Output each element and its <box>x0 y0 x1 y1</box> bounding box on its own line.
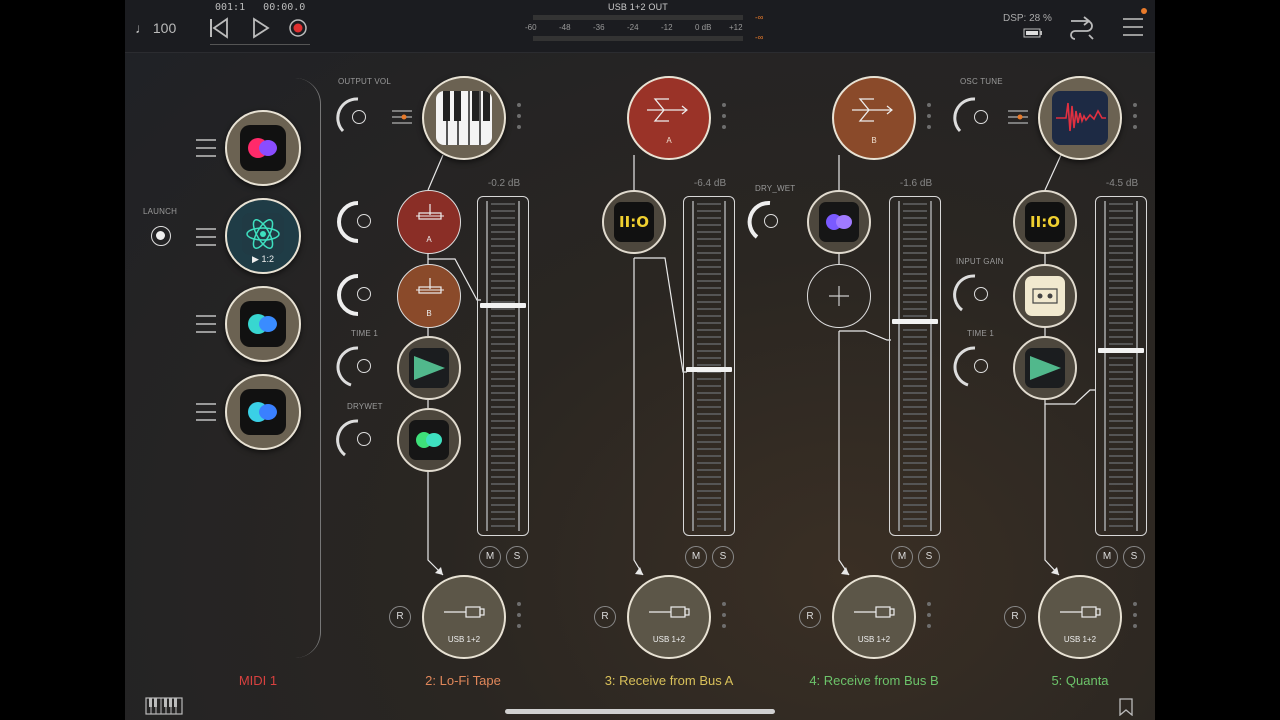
channel-5-db: -4.5 dB <box>1105 178 1139 189</box>
fader-send-icon <box>416 278 444 294</box>
send-a-knob[interactable] <box>333 197 383 247</box>
channel-2-db: -0.2 dB <box>487 178 521 189</box>
bookmark-icon[interactable] <box>1119 698 1133 716</box>
channel-4-record[interactable]: R <box>799 606 821 628</box>
channel-label-quanta[interactable]: 5: Quanta <box>980 673 1155 688</box>
channel-4-db: -1.6 dB <box>899 178 933 189</box>
blob-app-icon <box>819 202 859 242</box>
channel-4-mute[interactable]: M <box>891 546 913 568</box>
waveform-red-icon <box>1052 91 1108 145</box>
effect-plugin-blob-purple[interactable] <box>807 190 871 254</box>
jack-icon <box>1060 606 1101 618</box>
output-more-dots[interactable] <box>722 602 726 635</box>
mixer-app: ♩ 100 001:1 00:00.0 USB 1+2 OUT -60 -48 -3… <box>125 0 1155 720</box>
channel-3-db: -6.4 dB <box>693 178 727 189</box>
plugin-more-dots[interactable] <box>517 103 521 136</box>
effect-plugin-delay[interactable] <box>397 336 461 400</box>
jack-icon <box>649 606 690 618</box>
plugin-more-dots[interactable] <box>927 103 931 136</box>
effect-plugin-ilo[interactable]: II:O <box>602 190 666 254</box>
channel-label-lofi-tape[interactable]: 2: Lo-Fi Tape <box>363 673 563 688</box>
knob-label-output-vol: OUTPUT VOL <box>338 77 391 86</box>
bus-a-receiver[interactable]: A <box>627 76 711 160</box>
bus-b-receiver[interactable]: B <box>832 76 916 160</box>
sum-icon <box>647 98 688 122</box>
channel-4-output[interactable]: USB 1+2 <box>832 575 916 659</box>
plugin-more-dots[interactable] <box>1133 103 1137 136</box>
channel-4-fader[interactable] <box>889 196 941 536</box>
output-vol-knob[interactable] <box>333 93 383 143</box>
channel-2-record[interactable]: R <box>389 606 411 628</box>
waveform-app-icon <box>1025 348 1065 388</box>
osc-tune-knob[interactable] <box>950 93 1000 143</box>
knob-label-dry-wet: DRY_WET <box>755 184 796 193</box>
send-b-bus[interactable]: B <box>397 264 461 328</box>
channel-5-record[interactable]: R <box>1004 606 1026 628</box>
channel-4-solo[interactable]: S <box>918 546 940 568</box>
effect-plugin-ilo[interactable]: II:O <box>1013 190 1077 254</box>
channel-5-fader[interactable] <box>1095 196 1147 536</box>
channel-3-solo[interactable]: S <box>712 546 734 568</box>
channel-label-bus-a[interactable]: 3: Receive from Bus A <box>569 673 769 688</box>
output-more-dots[interactable] <box>1133 602 1137 635</box>
home-indicator <box>505 709 775 714</box>
knob-label-time1-q: TIME 1 <box>967 329 994 338</box>
time1-knob[interactable] <box>333 342 383 392</box>
knob-label-drywet: DRYWET <box>347 402 383 411</box>
ilo-app-icon: II:O <box>1025 202 1065 242</box>
instrument-plugin-quanta[interactable] <box>1038 76 1122 160</box>
sum-icon <box>852 98 893 122</box>
output-more-dots[interactable] <box>927 602 931 635</box>
channel-2-output[interactable]: USB 1+2 <box>422 575 506 659</box>
keyboard-icon[interactable] <box>145 697 183 715</box>
fader-handle[interactable] <box>892 318 938 324</box>
send-a-bus[interactable]: A <box>397 190 461 254</box>
channel-3-mute[interactable]: M <box>685 546 707 568</box>
knob-label-input-gain: INPUT GAIN <box>956 257 1004 266</box>
piano-icon <box>436 91 492 145</box>
mixer-settings-icon[interactable] <box>391 108 413 126</box>
dry-wet-knob[interactable] <box>745 197 795 247</box>
ilo-app-icon: II:O <box>614 202 654 242</box>
time1-knob-quanta[interactable] <box>950 342 1000 392</box>
add-effect-button[interactable] <box>807 264 871 328</box>
jack-icon <box>444 606 485 618</box>
cassette-icon <box>1025 276 1065 316</box>
plugin-more-dots[interactable] <box>722 103 726 136</box>
fader-handle[interactable] <box>1098 347 1144 353</box>
channel-label-midi-1[interactable]: MIDI 1 <box>158 673 358 688</box>
effect-plugin-tape[interactable] <box>1013 264 1077 328</box>
send-b-knob[interactable] <box>333 270 383 320</box>
fader-handle[interactable] <box>480 302 526 308</box>
channel-2-solo[interactable]: S <box>506 546 528 568</box>
jack-icon <box>854 606 895 618</box>
channel-2-mute[interactable]: M <box>479 546 501 568</box>
effect-plugin-blob[interactable] <box>397 408 461 472</box>
output-more-dots[interactable] <box>517 602 521 635</box>
effect-plugin-delay[interactable] <box>1013 336 1077 400</box>
input-gain-knob[interactable] <box>950 270 1000 320</box>
channel-3-output[interactable]: USB 1+2 <box>627 575 711 659</box>
channel-3-fader[interactable] <box>683 196 735 536</box>
channel-2-fader[interactable] <box>477 196 529 536</box>
waveform-app-icon <box>409 348 449 388</box>
fader-send-icon <box>416 204 444 220</box>
blob-app-icon <box>409 420 449 460</box>
channel-5-solo[interactable]: S <box>1123 546 1145 568</box>
knob-label-time1: TIME 1 <box>351 329 378 338</box>
knob-label-osc-tune: OSC TUNE <box>960 77 1003 86</box>
instrument-plugin-piano[interactable] <box>422 76 506 160</box>
channel-5-mute[interactable]: M <box>1096 546 1118 568</box>
channel-3-record[interactable]: R <box>594 606 616 628</box>
channel-5-output[interactable]: USB 1+2 <box>1038 575 1122 659</box>
fader-handle[interactable] <box>686 367 732 373</box>
drywet-knob[interactable] <box>333 415 383 465</box>
plus-icon <box>829 286 849 306</box>
channel-label-bus-b[interactable]: 4: Receive from Bus B <box>774 673 974 688</box>
mixer-settings-icon[interactable] <box>1007 108 1029 126</box>
